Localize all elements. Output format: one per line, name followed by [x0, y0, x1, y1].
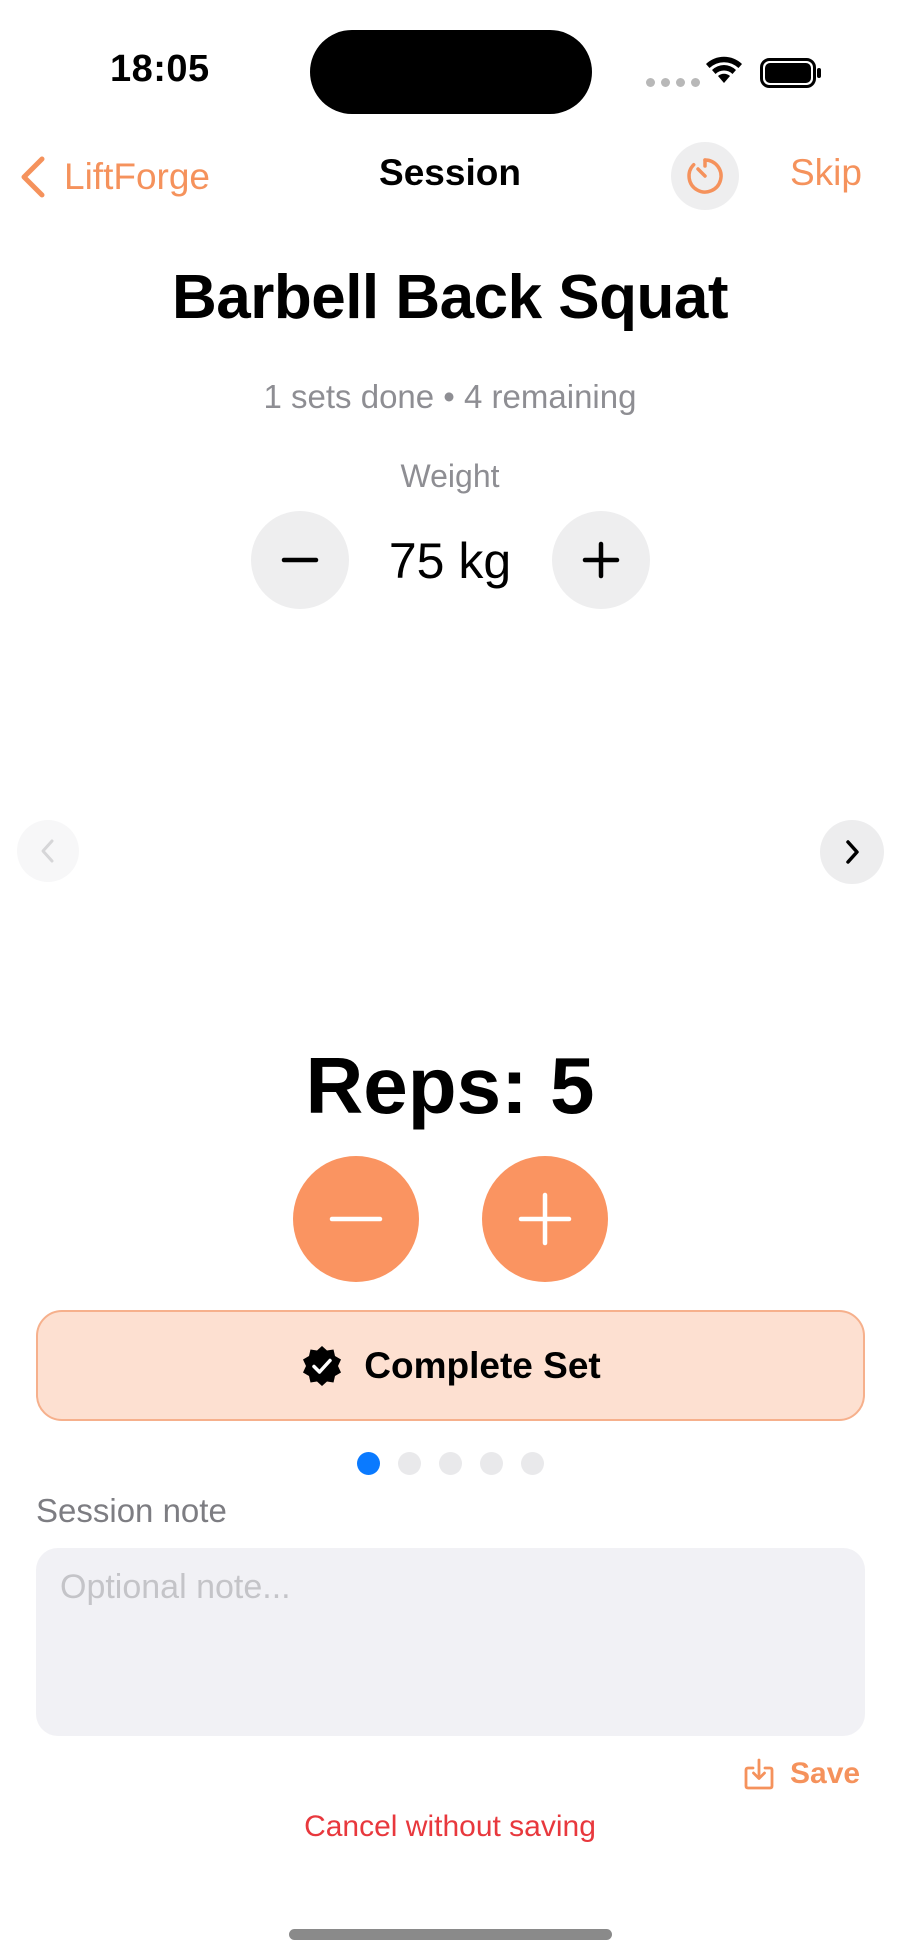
- wifi-icon: [706, 56, 742, 83]
- dynamic-island: [310, 30, 592, 114]
- cellular-dots-icon: [646, 78, 700, 87]
- session-note-field[interactable]: [36, 1548, 865, 1736]
- home-indicator[interactable]: [289, 1929, 612, 1940]
- reps-decrease-button[interactable]: [293, 1156, 419, 1282]
- sets-progress-text: 1 sets done • 4 remaining: [263, 378, 637, 415]
- status-time: 18:05: [110, 48, 210, 90]
- minus-icon: [281, 557, 319, 563]
- download-tray-icon: [744, 1758, 774, 1790]
- next-exercise-button[interactable]: [820, 820, 884, 884]
- page-indicator[interactable]: [0, 1452, 900, 1475]
- page-title: Session: [379, 152, 521, 193]
- save-label: Save: [790, 1757, 861, 1790]
- save-button[interactable]: Save: [744, 1757, 860, 1791]
- minus-icon: [329, 1216, 383, 1222]
- exercise-title: Barbell Back Squat: [171, 263, 729, 332]
- previous-exercise-button[interactable]: [17, 820, 79, 882]
- page-dot[interactable]: [438, 1452, 462, 1475]
- page-dot[interactable]: [356, 1452, 380, 1475]
- page-dot[interactable]: [397, 1452, 421, 1475]
- chevron-right-icon: [846, 840, 859, 864]
- weight-increase-button[interactable]: [552, 511, 650, 609]
- timer-icon: [687, 158, 723, 194]
- chevron-left-icon: [41, 839, 54, 863]
- complete-set-button[interactable]: Complete Set: [36, 1310, 865, 1421]
- cancel-without-saving-button[interactable]: Cancel without saving: [0, 1810, 900, 1844]
- reps-increase-button[interactable]: [482, 1156, 608, 1282]
- weight-label: Weight: [400, 458, 500, 494]
- plus-icon: [518, 1192, 572, 1246]
- checkmark-seal-icon: [303, 1345, 342, 1386]
- rest-timer-button[interactable]: [671, 142, 739, 210]
- complete-set-label: Complete Set: [364, 1344, 601, 1386]
- chevron-left-icon: [21, 156, 45, 198]
- weight-decrease-button[interactable]: [251, 511, 349, 609]
- battery-icon: [760, 58, 821, 88]
- skip-button[interactable]: Skip: [790, 152, 862, 194]
- page-dot[interactable]: [479, 1452, 503, 1475]
- page-dot[interactable]: [520, 1452, 544, 1475]
- plus-icon: [582, 541, 620, 579]
- reps-label: Reps: 5: [305, 1041, 595, 1130]
- back-button[interactable]: LiftForge: [18, 150, 210, 204]
- back-label: LiftForge: [64, 156, 211, 197]
- weight-value: 75 kg: [388, 533, 512, 589]
- session-note-label: Session note: [36, 1492, 227, 1529]
